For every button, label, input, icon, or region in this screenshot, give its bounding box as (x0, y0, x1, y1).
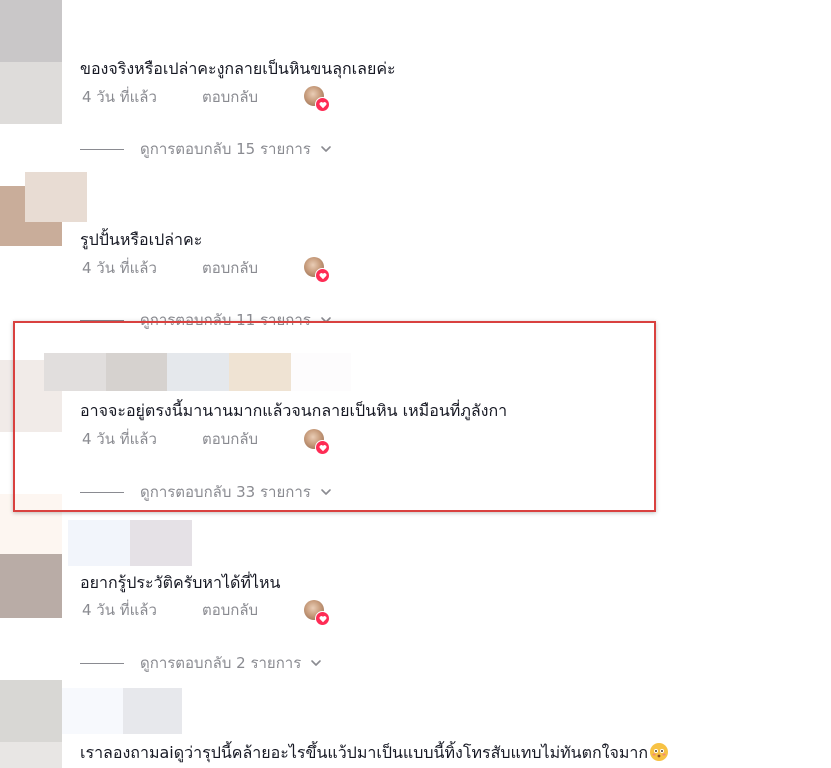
divider (80, 491, 124, 493)
avatar[interactable] (0, 554, 62, 618)
chevron-down-icon (321, 146, 331, 152)
username[interactable] (229, 353, 291, 391)
view-replies-label: ดูการตอบกลับ 2 รายการ (140, 654, 302, 672)
view-replies-button[interactable]: ดูการตอบกลับ 15 รายการ (80, 137, 333, 161)
view-replies-button[interactable]: ดูการตอบกลับ 33 รายการ (80, 480, 333, 504)
avatar[interactable] (0, 742, 62, 768)
divider (80, 662, 124, 664)
comment-timestamp: 4 วัน ที่แล้ว (82, 601, 157, 619)
username[interactable] (130, 520, 192, 566)
heart-icon (315, 440, 330, 455)
comment-meta: 4 วัน ที่แล้ว ตอบกลับ (82, 598, 258, 622)
creator-liked-badge (304, 429, 330, 455)
comment-text: ของจริงหรือเปล่าคะงูกลายเป็นหินขนลุกเลยค… (80, 59, 396, 78)
comment-text: รูปปั้นหรือเปล่าคะ (80, 230, 203, 249)
view-replies-label: ดูการตอบกลับ 11 รายการ (140, 311, 311, 329)
divider (80, 148, 124, 150)
username[interactable] (291, 353, 351, 391)
chevron-down-icon (321, 317, 331, 323)
reply-button[interactable]: ตอบกลับ (202, 427, 258, 451)
avatar[interactable] (0, 494, 62, 554)
comment-text: อยากรู้ประวัติครับหาได้ที่ไหน (80, 573, 281, 592)
avatar[interactable] (0, 680, 62, 742)
username[interactable] (106, 353, 167, 391)
view-replies-label: ดูการตอบกลับ 15 รายการ (140, 140, 311, 158)
username[interactable] (44, 353, 106, 391)
divider (80, 319, 124, 321)
chevron-down-icon (311, 660, 322, 666)
heart-icon (315, 268, 330, 283)
comment-text: เราลองถามaiดูว่ารุปนี้คล้ายอะไรขึ้นแว้ปม… (80, 743, 649, 762)
avatar[interactable] (0, 62, 62, 124)
comment-timestamp: 4 วัน ที่แล้ว (82, 430, 157, 448)
username[interactable] (62, 688, 124, 734)
reply-button[interactable]: ตอบกลับ (202, 598, 258, 622)
comment-text-row: เราลองถามaiดูว่ารุปนี้คล้ายอะไรขึ้นแว้ปม… (80, 741, 669, 766)
username[interactable] (123, 688, 182, 734)
comment-meta: 4 วัน ที่แล้ว ตอบกลับ (82, 256, 258, 280)
view-replies-button[interactable]: ดูการตอบกลับ 2 รายการ (80, 651, 323, 675)
comment-meta: 4 วัน ที่แล้ว ตอบกลับ (82, 85, 258, 109)
view-replies-label: ดูการตอบกลับ 33 รายการ (140, 483, 311, 501)
comment-text: อาจจะอยู่ตรงนี้มานานมากแล้วจนกลายเป็นหิน… (80, 401, 508, 420)
comments-panel: ของจริงหรือเปล่าคะงูกลายเป็นหินขนลุกเลยค… (0, 0, 831, 768)
comment-meta: 4 วัน ที่แล้ว ตอบกลับ (82, 427, 258, 451)
reply-button[interactable]: ตอบกลับ (202, 85, 258, 109)
chevron-down-icon (321, 489, 331, 495)
creator-liked-badge (304, 257, 330, 283)
avatar[interactable] (0, 0, 62, 62)
view-replies-button[interactable]: ดูการตอบกลับ 11 รายการ (80, 308, 333, 332)
username[interactable] (167, 353, 229, 391)
reply-button[interactable]: ตอบกลับ (202, 256, 258, 280)
username[interactable] (25, 172, 87, 222)
creator-liked-badge (304, 86, 330, 112)
flushed-face-emoji (650, 743, 669, 761)
comment-timestamp: 4 วัน ที่แล้ว (82, 88, 157, 106)
creator-liked-badge (304, 600, 330, 626)
comment-timestamp: 4 วัน ที่แล้ว (82, 259, 157, 277)
heart-icon (315, 611, 330, 626)
heart-icon (315, 97, 330, 112)
username[interactable] (68, 520, 130, 566)
